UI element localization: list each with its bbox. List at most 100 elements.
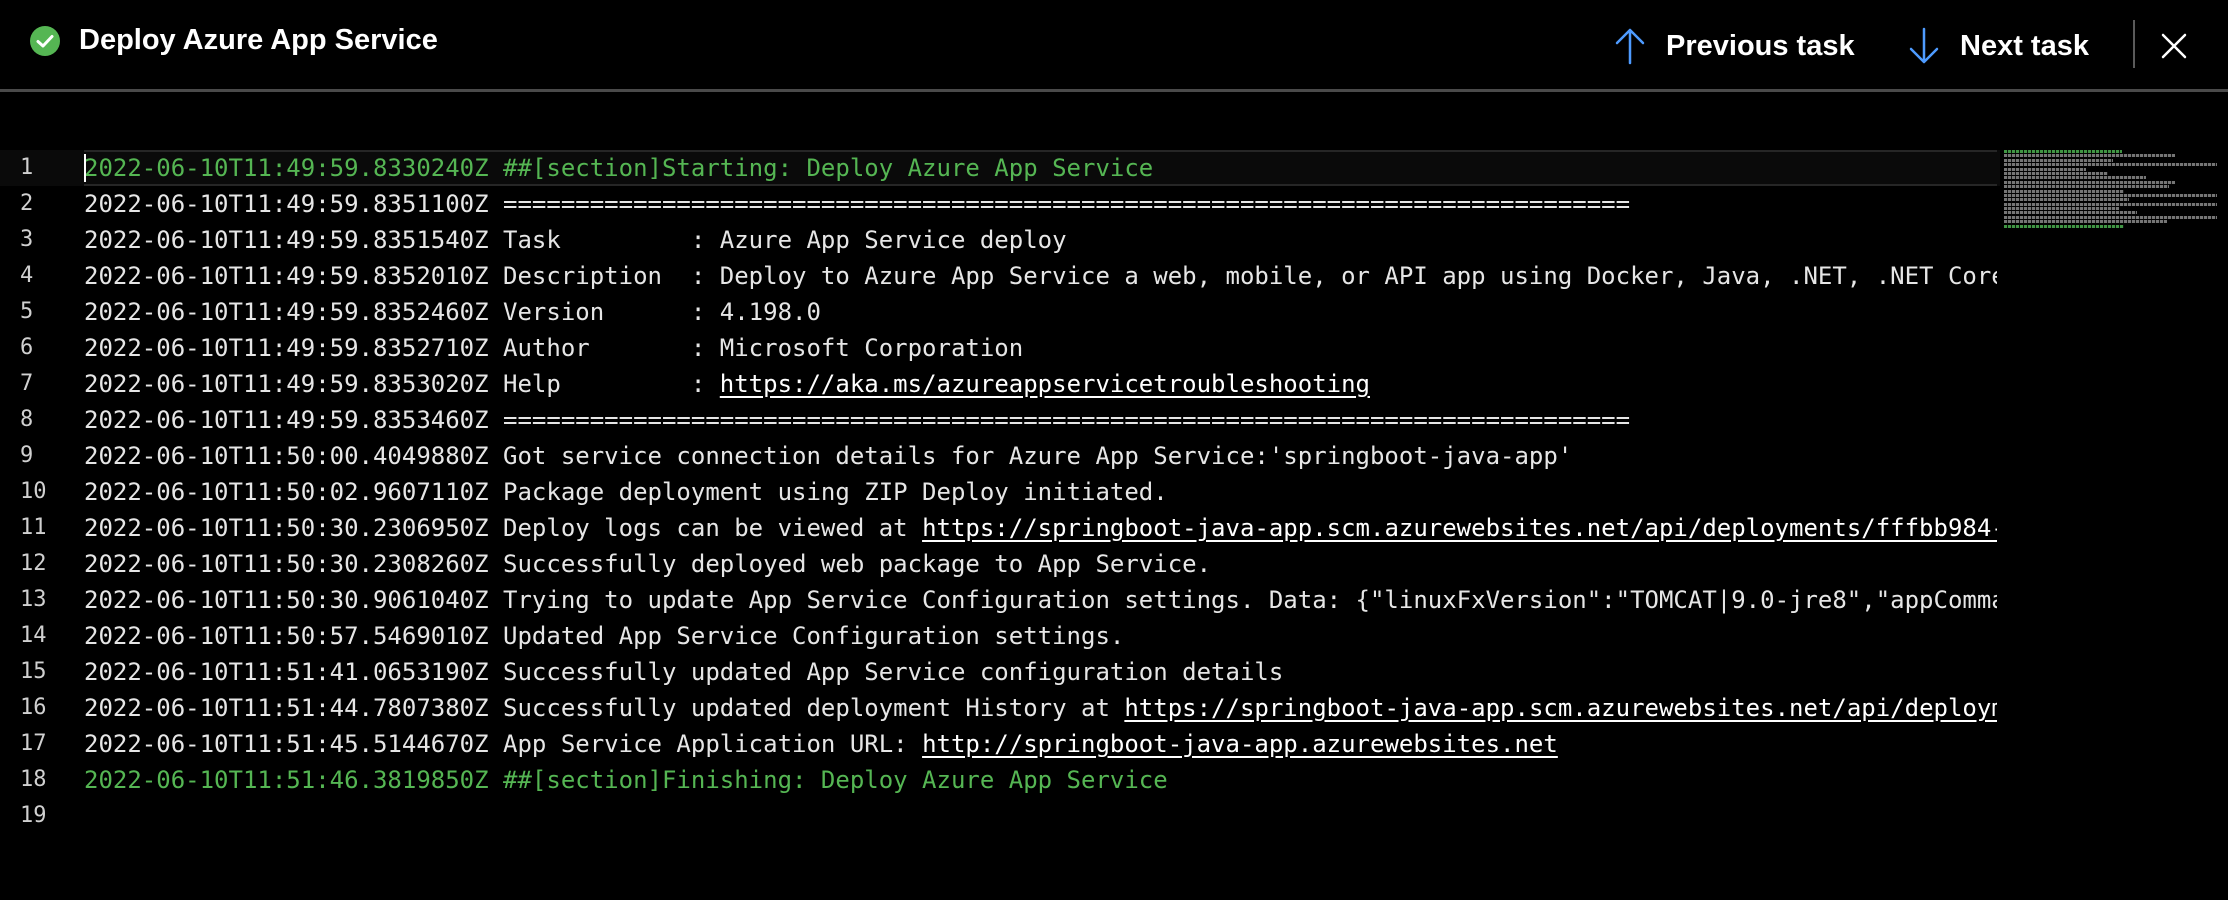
close-icon[interactable] — [2156, 28, 2192, 64]
line-number: 18 — [20, 767, 47, 792]
minimap-line — [2004, 220, 2167, 224]
log-viewer[interactable]: 1 2022-06-10T11:49:59.8330240Z ##[section… — [0, 150, 2000, 834]
log-timestamp: 2022-06-10T11:49:59.8351100Z — [84, 190, 489, 218]
minimap-line — [2004, 198, 2129, 202]
log-timestamp: 2022-06-10T11:50:57.5469010Z — [84, 622, 489, 650]
minimap-line — [2004, 185, 2169, 189]
log-line: 13 2022-06-10T11:50:30.9061040Z Trying to… — [0, 582, 2000, 618]
line-number: 1 — [20, 155, 34, 180]
previous-task-button[interactable]: Previous task — [1612, 24, 1855, 68]
log-message: Help : — [503, 370, 720, 398]
log-message: Got service connection details for Azure… — [503, 442, 1573, 470]
minimap-line — [2004, 150, 2122, 153]
log-message: ##[section]Starting: Deploy Azure App Se… — [503, 154, 1154, 182]
log-line-content: 2022-06-10T11:50:30.9061040Z Trying to u… — [84, 582, 1997, 618]
log-line: 18 2022-06-10T11:51:46.3819850Z ##[sectio… — [0, 762, 2000, 798]
log-line: 9 2022-06-10T11:50:00.4049880Z Got servic… — [0, 438, 2000, 474]
line-number: 11 — [20, 515, 47, 540]
log-line-content: 2022-06-10T11:49:59.8353460Z ===========… — [84, 402, 1997, 438]
title-group: Deploy Azure App Service — [29, 24, 438, 57]
log-message: Author : Microsoft Corporation — [503, 334, 1024, 362]
log-line-content: 2022-06-10T11:51:44.7807380Z Successfull… — [84, 690, 1997, 726]
line-number: 4 — [20, 263, 34, 288]
line-number: 2 — [20, 191, 34, 216]
log-line: 10 2022-06-10T11:50:02.9607110Z Package d… — [0, 474, 2000, 510]
line-number: 13 — [20, 587, 47, 612]
log-line-content: 2022-06-10T11:51:46.3819850Z ##[section]… — [84, 762, 1997, 798]
log-timestamp: 2022-06-10T11:49:59.8352710Z — [84, 334, 489, 362]
log-line-content: 2022-06-10T11:49:59.8353020Z Help : http… — [84, 366, 1997, 402]
log-timestamp: 2022-06-10T11:49:59.8352010Z — [84, 262, 489, 290]
log-line-content: 2022-06-10T11:49:59.8351100Z ===========… — [84, 186, 1997, 222]
log-line-content: 2022-06-10T11:50:30.2308260Z Successfull… — [84, 546, 1997, 582]
minimap-line — [2004, 158, 2113, 162]
log-timestamp: 2022-06-10T11:50:02.9607110Z — [84, 478, 489, 506]
line-number: 14 — [20, 623, 47, 648]
line-number: 12 — [20, 551, 47, 576]
log-timestamp: 2022-06-10T11:49:59.8353020Z — [84, 370, 489, 398]
log-timestamp: 2022-06-10T11:49:59.8353460Z — [84, 406, 489, 434]
minimap-line — [2004, 180, 2175, 184]
log-line-content: 2022-06-10T11:49:59.8351540Z Task : Azur… — [84, 222, 1997, 258]
log-message: App Service Application URL: — [503, 730, 923, 758]
log-message: Task : Azure App Service deploy — [503, 226, 1067, 254]
log-message: Trying to update App Service Configurati… — [503, 586, 1997, 614]
log-timestamp: 2022-06-10T11:49:59.8352460Z — [84, 298, 489, 326]
next-task-label: Next task — [1960, 29, 2089, 62]
log-message: Successfully updated deployment History … — [503, 694, 1125, 722]
line-number: 10 — [20, 479, 47, 504]
log-link[interactable]: https://springboot-java-app.scm.azureweb… — [1124, 694, 1997, 722]
log-timestamp: 2022-06-10T11:49:59.8330240Z — [84, 154, 489, 182]
log-line-content: 2022-06-10T11:50:30.2306950Z Deploy logs… — [84, 510, 1997, 546]
log-line-content: 2022-06-10T11:50:02.9607110Z Package dep… — [84, 474, 1997, 510]
log-link[interactable]: http://springboot-java-app.azurewebsites… — [922, 730, 1558, 758]
log-line: 17 2022-06-10T11:51:45.5144670Z App Servi… — [0, 726, 2000, 762]
line-number: 9 — [20, 443, 34, 468]
line-number: 8 — [20, 407, 34, 432]
task-header: Deploy Azure App Service Previous task N… — [0, 0, 2228, 92]
log-link[interactable]: https://springboot-java-app.scm.azureweb… — [922, 514, 1997, 542]
log-line-content: 2022-06-10T11:49:59.8330240Z ##[section]… — [84, 150, 1997, 186]
minimap-line — [2004, 211, 2137, 215]
minimap-line — [2004, 215, 2217, 219]
log-message: ========================================… — [503, 190, 1631, 218]
text-cursor — [84, 154, 86, 182]
log-message: ##[section]Finishing: Deploy Azure App S… — [503, 766, 1168, 794]
minimap-line — [2004, 167, 2086, 171]
log-line: 8 2022-06-10T11:49:59.8353460Z ==========… — [0, 402, 2000, 438]
line-number: 3 — [20, 227, 34, 252]
log-timestamp: 2022-06-10T11:50:30.9061040Z — [84, 586, 489, 614]
log-message: Successfully updated App Service configu… — [503, 658, 1284, 686]
log-line: 15 2022-06-10T11:51:41.0653190Z Successfu… — [0, 654, 2000, 690]
line-number: 7 — [20, 371, 34, 396]
log-line: 16 2022-06-10T11:51:44.7807380Z Successfu… — [0, 690, 2000, 726]
log-timestamp: 2022-06-10T11:51:44.7807380Z — [84, 694, 489, 722]
previous-task-label: Previous task — [1666, 29, 1855, 62]
line-number: 17 — [20, 731, 47, 756]
minimap-line — [2004, 207, 2119, 211]
minimap-line — [2004, 193, 2217, 197]
minimap-line — [2004, 224, 2124, 228]
minimap-line — [2004, 163, 2217, 167]
log-message: ========================================… — [503, 406, 1631, 434]
log-timestamp: 2022-06-10T11:49:59.8351540Z — [84, 226, 489, 254]
minimap-line — [2004, 154, 2175, 158]
log-line-content: 2022-06-10T11:50:57.5469010Z Updated App… — [84, 618, 1997, 654]
log-line: 14 2022-06-10T11:50:57.5469010Z Updated A… — [0, 618, 2000, 654]
log-line: 12 2022-06-10T11:50:30.2308260Z Successfu… — [0, 546, 2000, 582]
log-line-content: 2022-06-10T11:50:00.4049880Z Got service… — [84, 438, 1997, 474]
minimap-line — [2004, 171, 2108, 175]
log-timestamp: 2022-06-10T11:51:41.0653190Z — [84, 658, 489, 686]
log-message: Description : Deploy to Azure App Servic… — [503, 262, 1997, 290]
log-message: Deploy logs can be viewed at — [503, 514, 923, 542]
header-divider — [2133, 20, 2135, 68]
log-line-content: 2022-06-10T11:49:59.8352460Z Version : 4… — [84, 294, 1997, 330]
next-task-button[interactable]: Next task — [1906, 24, 2089, 68]
log-message: Package deployment using ZIP Deploy init… — [503, 478, 1168, 506]
log-link[interactable]: https://aka.ms/azureappservicetroublesho… — [720, 370, 1370, 398]
log-line: 5 2022-06-10T11:49:59.8352460Z Version : … — [0, 294, 2000, 330]
page-title: Deploy Azure App Service — [79, 24, 438, 56]
log-minimap[interactable] — [2004, 150, 2228, 230]
line-number: 15 — [20, 659, 47, 684]
log-line: 7 2022-06-10T11:49:59.8353020Z Help : htt… — [0, 366, 2000, 402]
